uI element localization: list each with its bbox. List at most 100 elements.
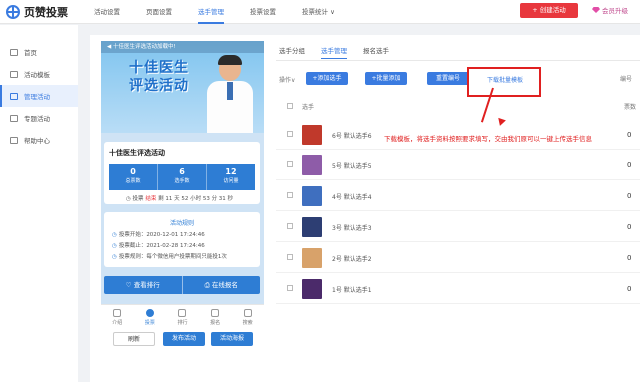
sidebar-item-help[interactable]: 帮助中心 xyxy=(0,129,78,151)
rule-start: 投票开始：2020-12-01 17:24:46 xyxy=(112,230,205,238)
player-votes: 0 xyxy=(627,192,632,200)
tab-intro[interactable]: 介绍 xyxy=(101,305,134,331)
create-activity-button[interactable]: + 创建活动 xyxy=(520,3,578,18)
player-votes: 0 xyxy=(627,223,632,231)
topic-icon xyxy=(10,114,18,122)
rule-title: 活动规则 xyxy=(169,220,194,227)
column-header-player: 选手 xyxy=(302,104,315,111)
player-thumbnail xyxy=(302,125,322,145)
template-icon xyxy=(10,70,18,78)
tab-search[interactable]: 搜索 xyxy=(231,305,264,331)
publish-button[interactable]: 发布活动 xyxy=(163,332,205,346)
activity-title: 十佳医生评选活动 xyxy=(109,149,165,157)
table-row: 3号 默认选手3 0 xyxy=(276,212,640,242)
player-thumbnail xyxy=(302,217,322,237)
row-divider xyxy=(276,179,640,180)
ranking-icon xyxy=(178,309,187,317)
tab-ranking[interactable]: 排行 xyxy=(166,305,199,331)
countdown: ◷ 投票 结束 剩 11 天 52 小时 53 分 31 秒 xyxy=(126,194,233,202)
player-name: 6号 默认选手6 xyxy=(332,133,372,140)
sidebar-item-label: 帮助中心 xyxy=(24,137,50,145)
highlight-box xyxy=(467,67,541,97)
sidebar-item-templates[interactable]: 活动模板 xyxy=(0,63,78,85)
row-checkbox[interactable] xyxy=(287,223,293,229)
stat-value: 6 xyxy=(179,167,185,176)
operations-dropdown[interactable]: 操作∨ xyxy=(279,75,295,84)
preview-actions: ♡ 查看排行 ⎙ 在线报名 xyxy=(104,276,260,294)
top-bar: 页赞投票 活动设置 页面设置 选手管理 投票设置 投票统计 ∨ + 创建活动 会… xyxy=(0,0,640,24)
signup-icon xyxy=(211,309,220,317)
player-name: 4号 默认选手4 xyxy=(332,194,372,201)
tab-vote[interactable]: 投票 xyxy=(134,305,167,331)
nav-item-activity-settings[interactable]: 活动设置 xyxy=(94,0,120,24)
row-checkbox[interactable] xyxy=(287,131,293,137)
player-name: 3号 默认选手3 xyxy=(332,225,372,232)
stats-bar: 0 总票数 6 选手数 12 访问量 xyxy=(109,164,255,190)
countdown-remaining: 剩 11 天 52 小时 53 分 31 秒 xyxy=(158,196,234,202)
rule-period: 投票规则：每个微信用户投票期间只能投1次 xyxy=(112,252,227,260)
row-checkbox[interactable] xyxy=(287,285,293,291)
row-divider xyxy=(276,272,640,273)
tab-player-groups[interactable]: 选手分组 xyxy=(279,45,305,57)
countdown-prefix: ◷ 投票 xyxy=(126,196,144,202)
select-all-checkbox[interactable] xyxy=(287,103,293,109)
vip-upgrade-link[interactable]: 会员升级 xyxy=(592,5,628,15)
diamond-icon xyxy=(592,7,600,13)
stat-label: 选手数 xyxy=(174,178,190,184)
nav-item-vote-stats[interactable]: 投票统计 ∨ xyxy=(302,0,335,24)
sidebar-item-manage-activity[interactable]: 管理活动 xyxy=(0,85,78,107)
stat-value: 0 xyxy=(130,167,136,176)
tab-signup-players[interactable]: 报名选手 xyxy=(363,45,389,57)
table-row: 4号 默认选手4 0 xyxy=(276,181,640,211)
column-header-votes: 票数 xyxy=(624,104,637,111)
player-tabs: 选手分组 选手管理 报名选手 xyxy=(279,45,405,59)
banner-title-line1: 十佳医生 xyxy=(129,60,189,76)
add-player-button[interactable]: +添加选手 xyxy=(306,72,348,85)
player-name: 2号 默认选手2 xyxy=(332,256,372,263)
row-divider xyxy=(276,303,640,304)
player-thumbnail xyxy=(302,279,322,299)
player-votes: 0 xyxy=(627,285,632,293)
player-thumbnail xyxy=(302,155,322,175)
row-checkbox[interactable] xyxy=(287,254,293,260)
batch-add-button[interactable]: +批量添加 xyxy=(365,72,407,85)
table-row: 6号 默认选手6 0 xyxy=(276,120,640,150)
sidebar-item-topics[interactable]: 专题活动 xyxy=(0,107,78,129)
stat-label: 总票数 xyxy=(125,178,141,184)
tab-label: 搜索 xyxy=(242,320,253,326)
tab-signup[interactable]: 报名 xyxy=(199,305,232,331)
stat-players: 6 选手数 xyxy=(158,164,207,190)
stat-label: 访问量 xyxy=(223,178,239,184)
row-checkbox[interactable] xyxy=(287,192,293,198)
stat-visits: 12 访问量 xyxy=(207,164,255,190)
help-icon xyxy=(10,136,18,144)
row-checkbox[interactable] xyxy=(287,161,293,167)
player-votes: 0 xyxy=(627,254,632,262)
online-signup-button[interactable]: ⎙ 在线报名 xyxy=(183,276,261,294)
sidebar: 首页 活动模板 管理活动 专题活动 帮助中心 xyxy=(0,25,78,382)
stat-value: 12 xyxy=(225,167,237,176)
sidebar-item-home[interactable]: 首页 xyxy=(0,41,78,63)
refresh-button[interactable]: 刷新 xyxy=(113,332,155,346)
user-icon xyxy=(145,309,154,317)
tab-label: 报名 xyxy=(210,320,221,326)
player-votes: 0 xyxy=(627,131,632,139)
nav-item-vote-settings[interactable]: 投票设置 xyxy=(250,0,276,24)
view-ranking-button[interactable]: ♡ 查看排行 xyxy=(104,276,183,294)
reset-number-button[interactable]: 重置编号 xyxy=(427,72,469,85)
sidebar-item-label: 专题活动 xyxy=(24,115,50,123)
sidebar-item-label: 首页 xyxy=(24,49,37,57)
activity-info-card: 十佳医生评选活动 0 总票数 6 选手数 12 访问量 ◷ 投票 结束 剩 11… xyxy=(104,142,260,204)
sidebar-item-label: 活动模板 xyxy=(24,71,50,79)
nav-item-page-settings[interactable]: 页面设置 xyxy=(146,0,172,24)
poster-button[interactable]: 活动海报 xyxy=(211,332,253,346)
table-row: 5号 默认选手5 0 xyxy=(276,150,640,180)
nav-item-player-management[interactable]: 选手管理 xyxy=(198,0,224,24)
logo-text: 页赞投票 xyxy=(24,6,68,19)
tab-label: 排行 xyxy=(177,320,188,326)
tab-player-management[interactable]: 选手管理 xyxy=(321,45,347,59)
row-divider xyxy=(276,210,640,211)
logo[interactable]: 页赞投票 xyxy=(6,4,68,20)
tab-label: 介绍 xyxy=(112,320,123,326)
home-icon xyxy=(10,48,18,56)
